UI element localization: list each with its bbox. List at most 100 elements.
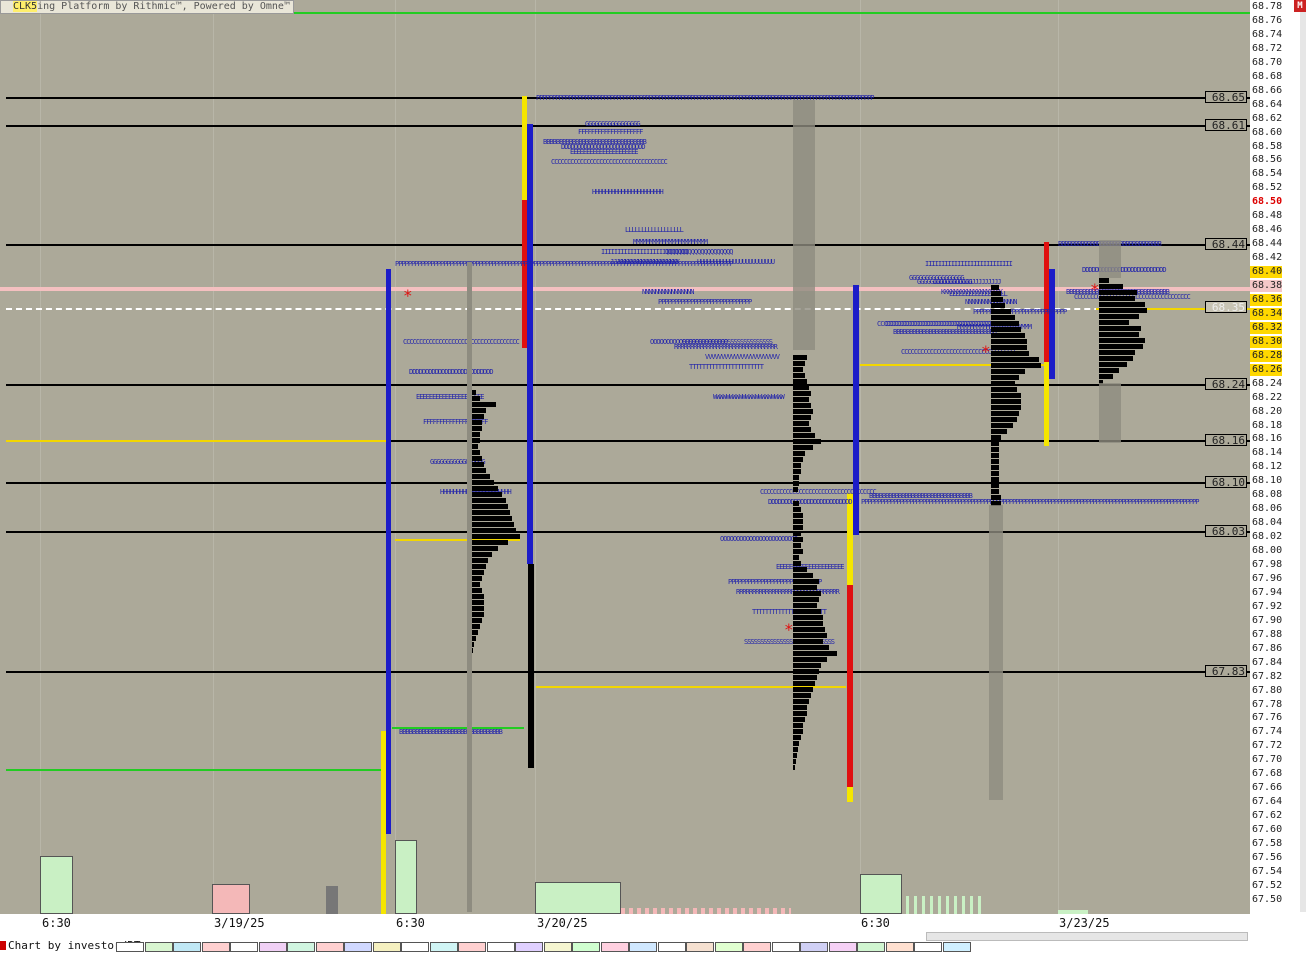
color-swatch[interactable] bbox=[828, 942, 857, 952]
level-label: 68.24 bbox=[1205, 378, 1247, 391]
color-swatch[interactable] bbox=[344, 942, 372, 952]
level-line-68-24[interactable] bbox=[6, 384, 1250, 386]
color-swatch[interactable] bbox=[942, 942, 971, 952]
price-tick: 67.90 bbox=[1252, 614, 1283, 626]
level-label: 68.61 bbox=[1205, 119, 1247, 132]
color-swatch[interactable] bbox=[686, 942, 714, 952]
price-tick: 68.32 bbox=[1250, 321, 1283, 334]
market-profile-plot[interactable]: PPPPPPPPPPPPPPPPPPPPPPPPPPPPP PPPPPPPPPPP… bbox=[0, 0, 1250, 914]
tpo-column: PPPPPPPPPPPPPPPPPPPPPPPPPPPPPPPPPPPPPPPP… bbox=[395, 260, 734, 268]
price-tick: 68.26 bbox=[1250, 363, 1283, 376]
price-tick: 68.64 bbox=[1252, 98, 1283, 110]
color-swatch[interactable] bbox=[629, 942, 657, 952]
color-swatch[interactable] bbox=[714, 942, 743, 952]
footer-marker-icon bbox=[0, 941, 6, 950]
price-tick: 67.54 bbox=[1252, 865, 1283, 877]
price-tick: 68.00 bbox=[1252, 545, 1283, 557]
price-tick: 67.98 bbox=[1252, 559, 1283, 570]
tpo-column: BBBBBBBBBBBBBBBBBBBBBBBBBBBBBBBB bbox=[869, 492, 973, 500]
price-tick: 67.70 bbox=[1252, 754, 1283, 766]
tpo-column: PPPPPPPPPPPPPPPPPPPPPPPPPPPPP bbox=[973, 308, 1067, 316]
price-tick: 67.96 bbox=[1252, 572, 1283, 584]
price-tick: 67.86 bbox=[1252, 642, 1283, 654]
price-tick: 67.94 bbox=[1252, 586, 1283, 598]
color-swatch[interactable] bbox=[743, 942, 771, 952]
color-swatch[interactable] bbox=[572, 942, 600, 952]
color-swatch[interactable] bbox=[515, 942, 543, 952]
color-swatch[interactable] bbox=[543, 942, 572, 952]
price-tick: 67.52 bbox=[1252, 879, 1283, 891]
price-tick: 68.34 bbox=[1250, 307, 1283, 320]
price-scale[interactable]: 68.78 68.76 68.74 68.72 68.70 68.68 68.66 68.64… bbox=[1250, 0, 1307, 914]
session-divider bbox=[535, 0, 536, 914]
color-swatch[interactable] bbox=[458, 942, 486, 952]
color-swatch[interactable] bbox=[201, 942, 230, 952]
level-label: 68.03 bbox=[1205, 525, 1247, 538]
color-swatch[interactable] bbox=[885, 942, 914, 952]
price-tick: 68.62 bbox=[1252, 112, 1283, 124]
tpo-column: DDDDDDDDDDDDDDDDDDDDDDDDDD bbox=[768, 498, 853, 506]
color-swatch[interactable] bbox=[657, 942, 686, 952]
date-label: 3/19/25 bbox=[214, 916, 265, 930]
color-swatch[interactable] bbox=[401, 942, 429, 952]
tpo-column: PPPPPPPPPPPPPPPPPPPPPPPPPPPPP bbox=[658, 298, 752, 306]
color-swatch[interactable] bbox=[800, 942, 828, 952]
volume-bar bbox=[860, 874, 902, 914]
price-tick: 67.68 bbox=[1252, 768, 1283, 780]
color-swatch[interactable] bbox=[287, 942, 315, 952]
price-tick: 68.12 bbox=[1252, 461, 1283, 473]
color-swatch[interactable] bbox=[116, 942, 144, 952]
price-tick: 68.76 bbox=[1252, 14, 1283, 26]
time-label: 6:30 bbox=[396, 916, 425, 930]
price-tick: 67.64 bbox=[1252, 796, 1283, 808]
tpo-column: PPPPPPPPPPPPPPPPPPPPPPPPPPPPPPPPPPPPPPPP… bbox=[536, 94, 875, 102]
color-swatch[interactable] bbox=[857, 942, 885, 952]
red-range-bar bbox=[847, 585, 853, 787]
poc-line bbox=[6, 440, 386, 442]
level-line-68-03[interactable] bbox=[6, 531, 1250, 533]
color-swatch[interactable] bbox=[771, 942, 800, 952]
color-swatch[interactable] bbox=[914, 942, 942, 952]
price-tick: 68.74 bbox=[1252, 28, 1283, 40]
green-session-line bbox=[6, 769, 381, 771]
color-swatch[interactable] bbox=[230, 942, 258, 952]
price-tick: 68.42 bbox=[1252, 252, 1283, 264]
level-line-68-10[interactable] bbox=[6, 482, 1250, 484]
color-swatch[interactable] bbox=[372, 942, 401, 952]
color-swatch[interactable] bbox=[429, 942, 458, 952]
vertical-scrollbar[interactable] bbox=[1300, 12, 1306, 912]
level-label: 68.65 bbox=[1205, 91, 1247, 104]
level-label: 68.44 bbox=[1205, 238, 1247, 251]
color-swatch[interactable] bbox=[173, 942, 201, 952]
price-tick: 67.58 bbox=[1252, 838, 1283, 849]
price-tick: 68.14 bbox=[1252, 447, 1283, 459]
level-line-67-83[interactable] bbox=[6, 671, 1250, 673]
price-tick: 68.28 bbox=[1250, 349, 1283, 362]
price-tick: 68.02 bbox=[1252, 531, 1283, 543]
color-swatch[interactable] bbox=[315, 942, 344, 952]
tpo-column: SSSSSSSSSSSSSSSSSSSSSSSSSSSS bbox=[682, 338, 773, 346]
color-swatch[interactable] bbox=[486, 942, 515, 952]
color-swatch[interactable] bbox=[144, 942, 173, 952]
volume-bar bbox=[212, 884, 250, 914]
level-label: 68.10 bbox=[1205, 476, 1247, 489]
color-swatch[interactable] bbox=[258, 942, 287, 952]
price-tick: 67.60 bbox=[1252, 824, 1283, 836]
menu-button[interactable]: M bbox=[1294, 0, 1306, 12]
tpo-column: PPPPPPPPPPPPPPPPPPPPPPPPPPPPPPPPPPPPPPPP… bbox=[861, 498, 1200, 506]
horizontal-scrollbar[interactable] bbox=[926, 932, 1248, 941]
price-tick: 68.06 bbox=[1252, 503, 1283, 515]
color-swatch[interactable] bbox=[600, 942, 629, 952]
prior-volume-profile bbox=[1099, 383, 1121, 443]
price-tick: 67.92 bbox=[1252, 600, 1283, 612]
price-tick: 67.50 bbox=[1252, 893, 1283, 905]
session-divider bbox=[1058, 0, 1059, 914]
volume-bar bbox=[326, 886, 338, 914]
tpo-column: MMMMMMMMMMMMMMMMMMMMMMM bbox=[633, 238, 708, 246]
time-label: 6:30 bbox=[42, 916, 71, 930]
blue-range-bar bbox=[386, 269, 391, 834]
date-label: 3/20/25 bbox=[537, 916, 588, 930]
title-text: ing Platform by Rithmic™, Powered by Omn… bbox=[37, 1, 290, 12]
price-tick: 68.56 bbox=[1252, 154, 1283, 166]
price-tick: 68.40 bbox=[1250, 266, 1283, 279]
